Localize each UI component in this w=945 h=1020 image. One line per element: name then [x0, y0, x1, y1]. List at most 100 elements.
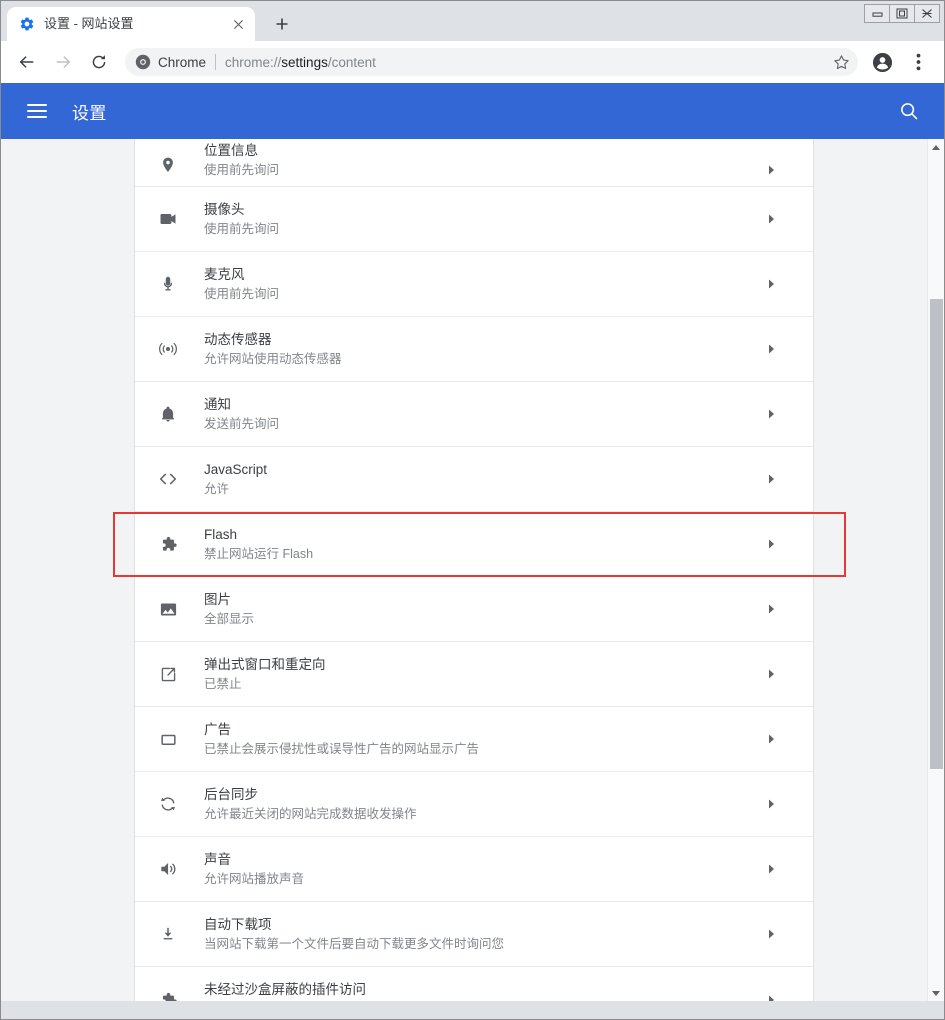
chevron-right-icon[interactable]: [761, 274, 781, 294]
chevron-right-icon[interactable]: [761, 794, 781, 814]
bell-icon: [153, 399, 183, 429]
setting-row-subtitle: 允许网站播放声音: [204, 871, 305, 886]
setting-row[interactable]: 弹出式窗口和重定向 已禁止: [135, 642, 813, 707]
location-pin-icon: [153, 150, 183, 180]
setting-row-subtitle: 允许: [204, 481, 230, 496]
setting-row[interactable]: 自动下载项 当网站下载第一个文件后要自动下载更多文件时询问您: [135, 902, 813, 967]
setting-row-text: 麦克风 使用前先询问: [204, 265, 751, 304]
url-suffix: /content: [327, 54, 376, 70]
setting-row-subtitle: 当网站要使用插件访问您的计算机时询问您: [204, 1000, 751, 1001]
reload-icon[interactable]: [85, 48, 113, 76]
setting-row-text: 自动下载项 当网站下载第一个文件后要自动下载更多文件时询问您: [204, 915, 751, 954]
url-emphasis: settings: [281, 54, 328, 70]
chevron-right-icon[interactable]: [761, 859, 781, 879]
setting-row-text: 广告 已禁止会展示侵扰性或误导性广告的网站显示广告: [204, 720, 751, 759]
vertical-scrollbar[interactable]: [927, 139, 944, 1001]
address-bar[interactable]: Chrome chrome://settings/content: [125, 48, 858, 76]
puzzle-piece-icon: [153, 985, 183, 1001]
setting-row-text: 动态传感器 允许网站使用动态传感器: [204, 330, 751, 369]
bookmark-star-icon[interactable]: [828, 49, 854, 75]
settings-header-bar: 设置: [1, 83, 944, 139]
setting-row[interactable]: 麦克风 使用前先询问: [135, 252, 813, 317]
settings-content-area: 位置信息 使用前先询问 摄像头 使用前先询问 麦克风 使用前先询问 动态传感器 允许网站使用动…: [1, 139, 944, 1001]
window-controls: [864, 4, 940, 23]
setting-row[interactable]: 声音允许网站播放声音: [135, 837, 813, 902]
back-arrow-icon[interactable]: [13, 48, 41, 76]
chevron-right-icon[interactable]: [761, 664, 781, 684]
setting-row-subtitle: 使用前先询问: [204, 286, 280, 301]
chrome-logo-icon: [135, 54, 151, 70]
chevron-right-icon[interactable]: [761, 469, 781, 489]
scroll-down-arrow-icon[interactable]: [928, 985, 944, 1001]
setting-row[interactable]: JavaScript 允许: [135, 447, 813, 512]
setting-row-title: Flash: [204, 526, 238, 542]
search-icon[interactable]: [896, 98, 922, 124]
setting-row-text: 弹出式窗口和重定向 已禁止: [204, 655, 751, 694]
browser-tab[interactable]: 设置 - 网站设置: [7, 7, 255, 41]
setting-row-text: 声音允许网站播放声音: [204, 850, 751, 889]
setting-row-subtitle: 使用前先询问: [204, 163, 280, 177]
hamburger-menu-icon[interactable]: [27, 99, 51, 123]
chevron-right-icon[interactable]: [761, 404, 781, 424]
setting-row[interactable]: 摄像头 使用前先询问: [135, 187, 813, 252]
sync-refresh-icon: [153, 789, 183, 819]
chevron-right-icon[interactable]: [761, 209, 781, 229]
setting-row-title: 通知: [204, 396, 231, 412]
setting-row[interactable]: 动态传感器 允许网站使用动态传感器: [135, 317, 813, 382]
setting-row[interactable]: 后台同步 允许最近关闭的网站完成数据收发操作: [135, 772, 813, 837]
setting-row[interactable]: 未经过沙盒屏蔽的插件访问当网站要使用插件访问您的计算机时询问您: [135, 967, 813, 1001]
setting-row-title: JavaScript: [204, 461, 268, 477]
setting-row-text: 图片 全部显示: [204, 590, 751, 629]
maximize-button[interactable]: [889, 4, 915, 23]
setting-row-title: 声音: [204, 851, 231, 867]
setting-row-subtitle: 当网站下载第一个文件后要自动下载更多文件时询问您: [204, 936, 505, 951]
tab-title: 设置 - 网站设置: [44, 16, 134, 31]
tab-strip: 设置 - 网站设置: [1, 1, 944, 41]
setting-row[interactable]: Flash 禁止网站运行 Flash: [135, 512, 813, 577]
chevron-right-icon[interactable]: [761, 534, 781, 554]
scrollbar-thumb[interactable]: [930, 299, 943, 769]
setting-row-subtitle: 使用前先询问: [204, 221, 280, 236]
omnibox-separator: [215, 54, 217, 70]
scroll-up-arrow-icon[interactable]: [928, 139, 944, 155]
chevron-right-icon[interactable]: [761, 160, 781, 180]
minimize-button[interactable]: [864, 4, 890, 23]
image-icon: [153, 594, 183, 624]
settings-gear-icon: [19, 16, 35, 32]
setting-row-title: 图片: [204, 591, 231, 607]
site-settings-list: 位置信息 使用前先询问 摄像头 使用前先询问 麦克风 使用前先询问 动态传感器 允许网站使用动…: [134, 139, 814, 1001]
setting-row-text: 位置信息 使用前先询问: [204, 141, 751, 180]
omnibox-chrome-label: Chrome: [158, 54, 207, 70]
microphone-icon: [153, 269, 183, 299]
code-brackets-icon: [153, 464, 183, 494]
three-dot-menu-icon[interactable]: [904, 48, 932, 76]
setting-row-title: 麦克风: [204, 266, 245, 282]
chevron-right-icon[interactable]: [761, 339, 781, 359]
close-icon[interactable]: [229, 15, 247, 33]
setting-row-subtitle: 允许最近关闭的网站完成数据收发操作: [204, 806, 417, 821]
chevron-right-icon[interactable]: [761, 924, 781, 944]
setting-row[interactable]: 广告 已禁止会展示侵扰性或误导性广告的网站显示广告: [135, 707, 813, 772]
setting-row-text: 未经过沙盒屏蔽的插件访问当网站要使用插件访问您的计算机时询问您: [204, 980, 751, 1001]
chevron-right-icon[interactable]: [761, 990, 781, 1001]
profile-avatar-icon[interactable]: [868, 48, 896, 76]
setting-row[interactable]: 通知 发送前先询问: [135, 382, 813, 447]
setting-row-title: 未经过沙盒屏蔽的插件访问: [204, 982, 366, 997]
browser-toolbar: Chrome chrome://settings/content: [1, 41, 944, 83]
setting-row-subtitle: 全部显示: [204, 611, 255, 626]
chevron-right-icon[interactable]: [761, 729, 781, 749]
setting-row[interactable]: 图片 全部显示: [135, 577, 813, 642]
omnibox-url: chrome://settings/content: [225, 55, 828, 70]
setting-row-text: JavaScript 允许: [204, 460, 751, 499]
setting-row-title: 摄像头: [204, 201, 245, 217]
setting-row[interactable]: 位置信息 使用前先询问: [135, 139, 813, 187]
url-prefix: chrome://: [225, 54, 282, 70]
setting-row-title: 广告: [204, 721, 231, 737]
new-tab-button[interactable]: [267, 9, 297, 39]
chevron-right-icon[interactable]: [761, 599, 781, 619]
popup-window-icon: [153, 659, 183, 689]
browser-window: 设置 - 网站设置 Chrome chrome://settings/conte…: [0, 0, 945, 1020]
ads-rectangle-icon: [153, 724, 183, 754]
close-button[interactable]: [914, 4, 940, 23]
setting-row-text: 通知 发送前先询问: [204, 395, 751, 434]
